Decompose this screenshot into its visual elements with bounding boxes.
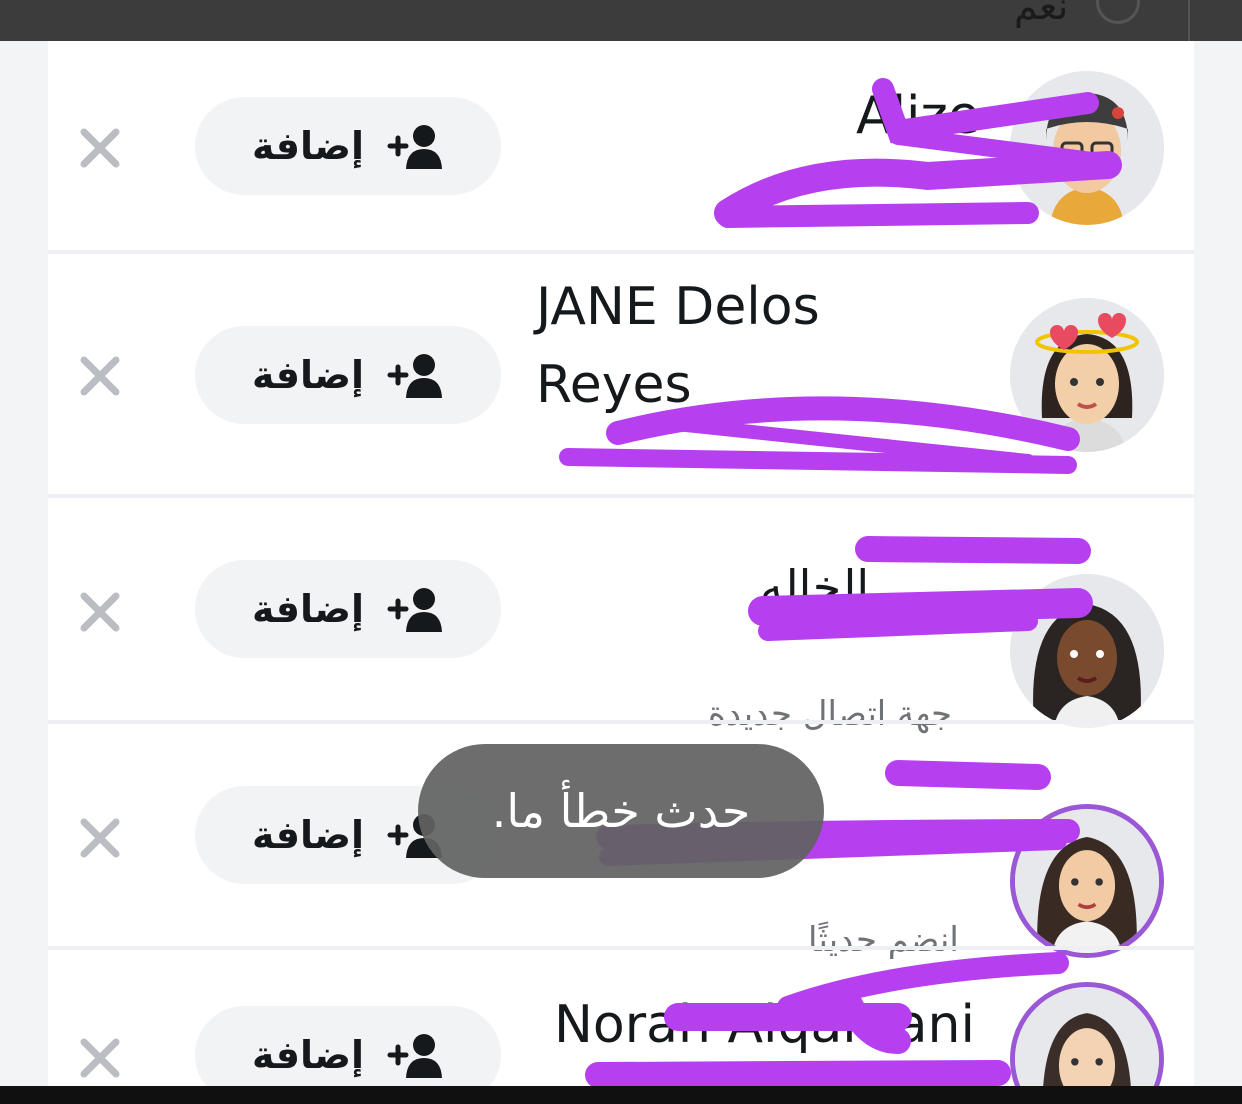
bitmoji-avatar [1015, 809, 1159, 953]
add-friend-icon [387, 1034, 442, 1078]
add-button-label: إضافة [252, 587, 364, 631]
avatar[interactable] [1010, 982, 1164, 1086]
dismiss-button[interactable] [78, 126, 122, 170]
error-toast: حدث خطأ ما. [418, 744, 824, 878]
list-item: إضافة الخاله جهة اتصال جديدة [48, 498, 1194, 734]
contact-name-line-1: JANE Delos [536, 277, 820, 337]
dismiss-button[interactable] [78, 816, 122, 860]
bitmoji-avatar [1010, 71, 1164, 225]
add-friend-button[interactable]: إضافة [195, 1006, 501, 1086]
contact-name: Alize [856, 86, 980, 146]
list-item: إضافة Alize [48, 41, 1194, 251]
yes-radio-button[interactable] [1096, 0, 1140, 24]
avatar[interactable] [1010, 804, 1164, 958]
yes-option-label[interactable]: نعم [1014, 0, 1068, 28]
add-friend-icon [387, 588, 442, 632]
dismiss-button[interactable] [78, 354, 122, 398]
list-item: إضافة Norah Alqahtani [48, 950, 1194, 1086]
bitmoji-avatar [1015, 987, 1159, 1086]
system-nav-bar [0, 1086, 1242, 1104]
close-icon [80, 356, 120, 396]
add-friend-icon [387, 354, 442, 398]
avatar[interactable] [1010, 574, 1164, 728]
dismiss-button[interactable] [78, 1036, 122, 1080]
contact-name-line-2: Reyes [536, 355, 692, 415]
contact-name: الخاله [760, 560, 870, 614]
add-friend-button[interactable]: إضافة [195, 326, 501, 424]
add-friend-icon [387, 125, 442, 169]
dismiss-button[interactable] [78, 590, 122, 634]
close-icon [80, 128, 120, 168]
close-icon [80, 592, 120, 632]
add-button-label: إضافة [252, 124, 364, 168]
contact-name: Norah Alqahtani [554, 995, 975, 1055]
close-icon [80, 818, 120, 858]
top-bar: نعم [0, 0, 1242, 41]
bitmoji-avatar [1010, 574, 1164, 728]
bitmoji-avatar [1010, 298, 1164, 452]
add-friend-button[interactable]: إضافة [195, 560, 501, 658]
avatar[interactable] [1010, 71, 1164, 225]
divider [1188, 0, 1190, 41]
add-button-label: إضافة [252, 813, 364, 857]
quick-add-list: إضافة Alize إضافة JANE Delos Reyes إضافة… [48, 41, 1194, 1086]
list-item: إضافة JANE Delos Reyes [48, 254, 1194, 494]
add-button-label: إضافة [252, 353, 364, 397]
add-button-label: إضافة [252, 1033, 364, 1077]
add-friend-button[interactable]: إضافة [195, 97, 501, 195]
close-icon [80, 1038, 120, 1078]
avatar[interactable] [1010, 298, 1164, 452]
